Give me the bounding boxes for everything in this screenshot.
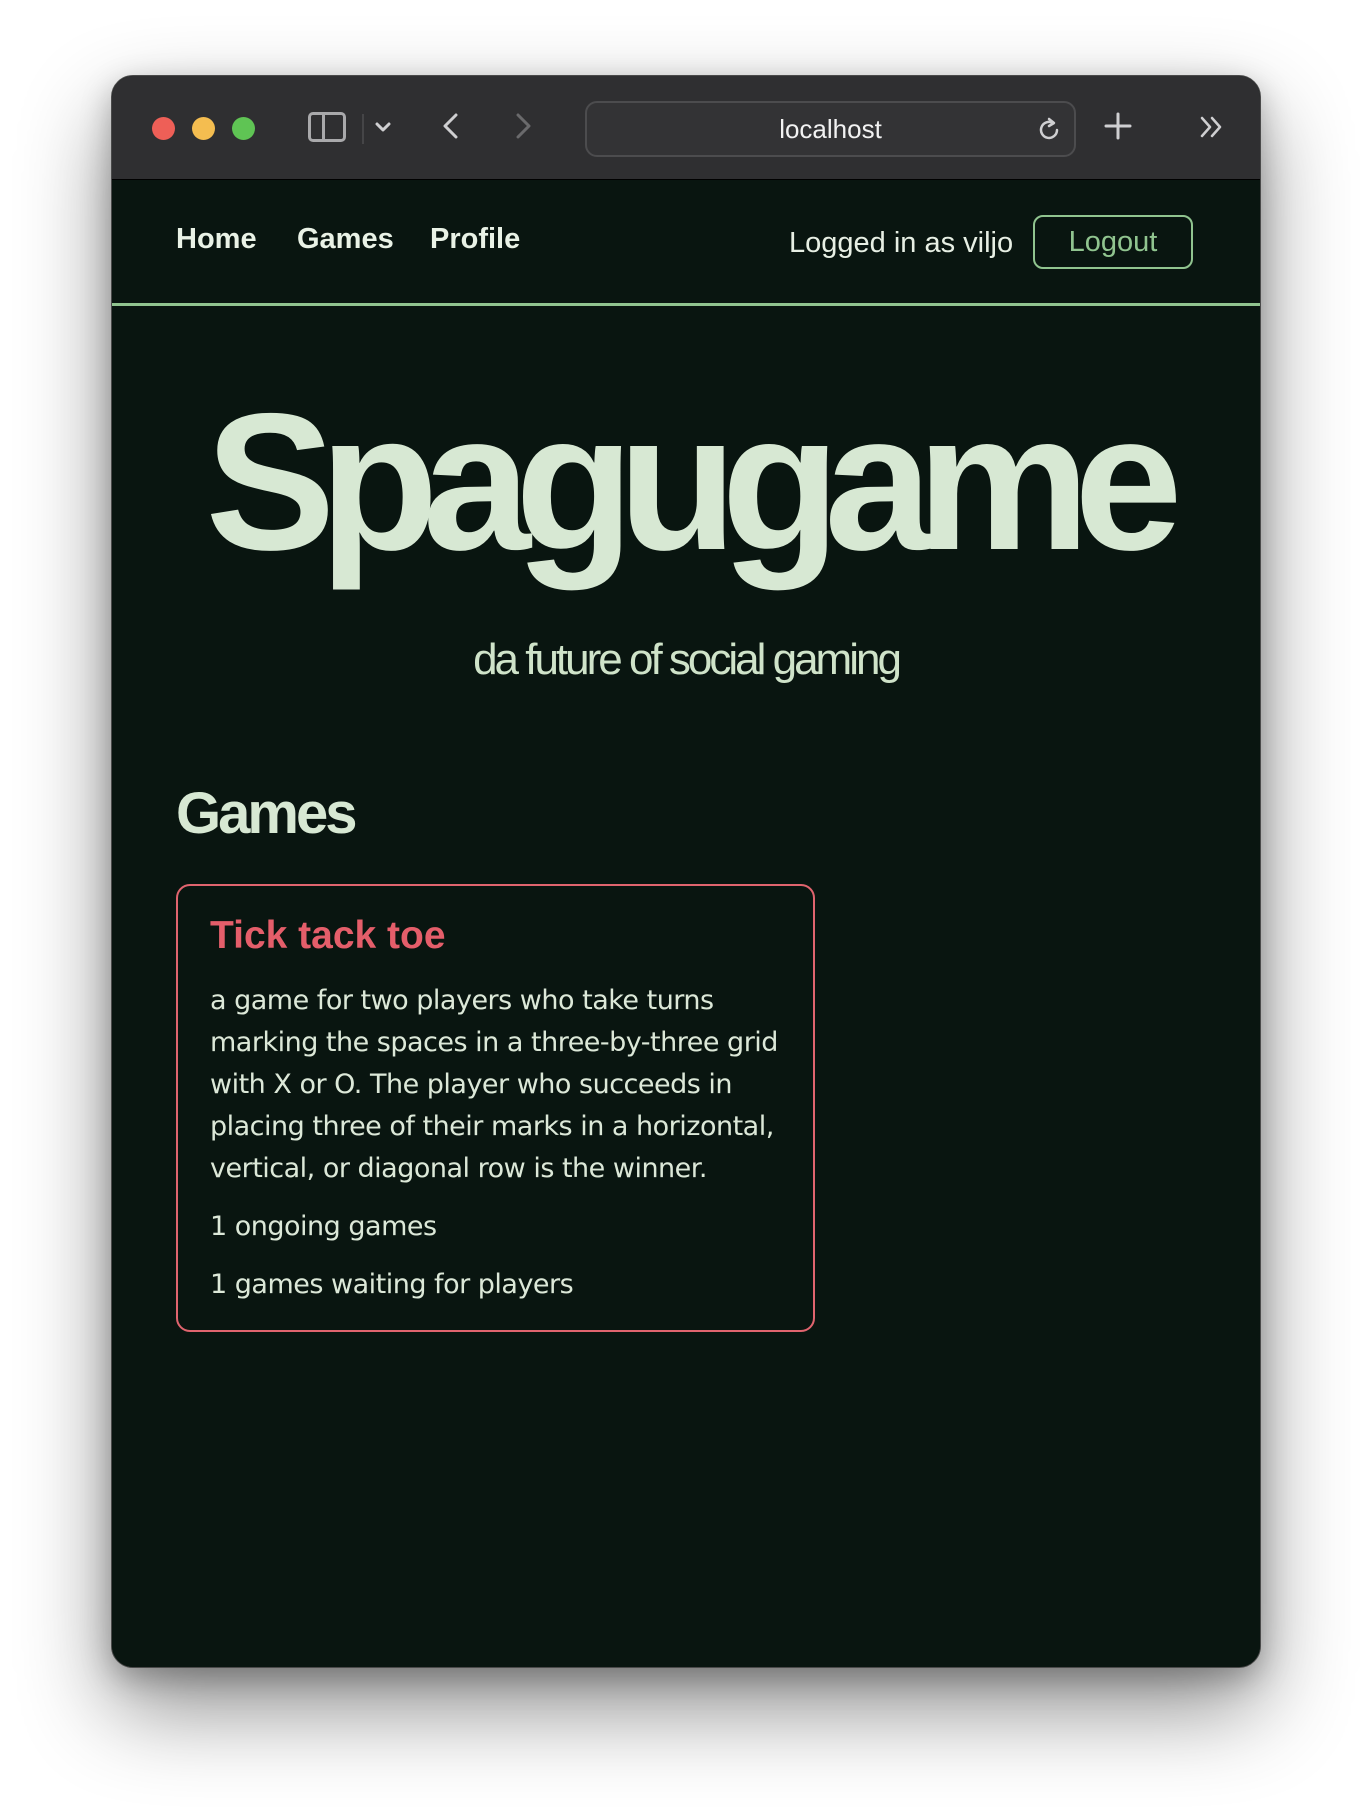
browser-toolbar: localhost xyxy=(112,76,1260,180)
chevron-down-icon[interactable] xyxy=(370,114,396,140)
nav-link-profile[interactable]: Profile xyxy=(430,223,520,256)
game-card-tick-tack-toe[interactable]: Tick tack toe a game for two players who… xyxy=(176,884,815,1332)
game-card-description: a game for two players who take turns ma… xyxy=(210,985,778,1184)
login-status: Logged in as viljo xyxy=(789,227,1014,259)
sidebar-icon[interactable] xyxy=(308,112,346,142)
logout-button[interactable]: Logout xyxy=(1033,215,1193,269)
close-window-button[interactable] xyxy=(152,117,175,140)
toolbar-divider xyxy=(362,114,364,144)
forward-arrow-icon[interactable] xyxy=(504,108,540,144)
back-arrow-icon[interactable] xyxy=(434,108,470,144)
browser-window: localhost Home Games Profile Logged in a… xyxy=(111,75,1261,1668)
page-content: Home Games Profile Logged in as viljo Lo… xyxy=(112,180,1260,1667)
game-card-title[interactable]: Tick tack toe xyxy=(210,914,781,958)
plus-icon[interactable] xyxy=(1100,108,1136,144)
double-chevron-icon[interactable] xyxy=(1196,110,1228,144)
site-subtitle: da future of social gaming xyxy=(473,635,902,684)
address-bar-text: localhost xyxy=(779,113,882,144)
nav-link-home[interactable]: Home xyxy=(176,223,257,256)
zoom-window-button[interactable] xyxy=(232,117,255,140)
games-section-title: Games xyxy=(176,781,357,846)
address-bar[interactable]: localhost xyxy=(585,101,1076,157)
game-card-waiting-count: 1 games waiting for players xyxy=(210,1269,574,1300)
game-card-ongoing-count: 1 ongoing games xyxy=(210,1211,437,1242)
minimize-window-button[interactable] xyxy=(192,117,215,140)
site-title: Spagugame xyxy=(205,373,1182,591)
nav-link-games[interactable]: Games xyxy=(297,223,394,256)
reload-icon[interactable] xyxy=(1034,115,1064,145)
site-navbar: Home Games Profile Logged in as viljo Lo… xyxy=(112,180,1260,306)
